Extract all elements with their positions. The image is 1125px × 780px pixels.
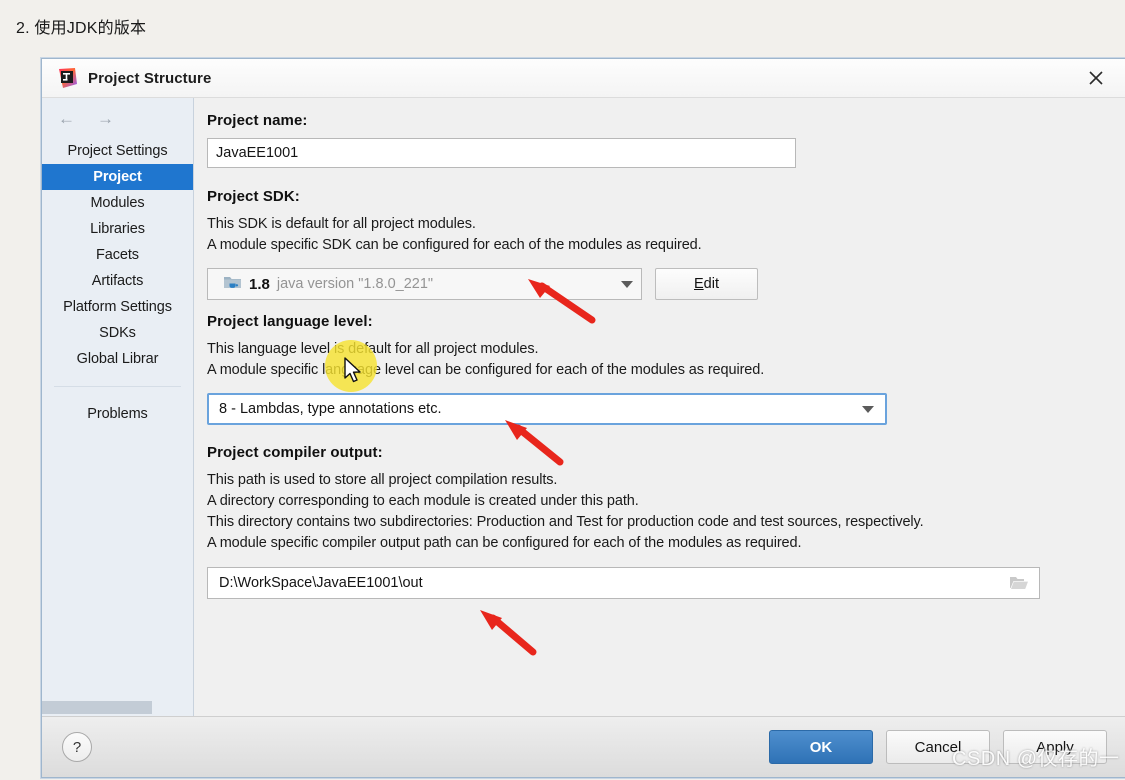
apply-button[interactable]: Apply [1003,730,1107,764]
arrow-left-icon[interactable]: ← [58,110,75,127]
compiler-output-description-line4: A module specific compiler output path c… [207,535,802,551]
folder-open-icon[interactable] [999,575,1039,591]
sdk-folder-java-icon [223,274,242,295]
sidebar-item-sdks[interactable]: SDKs [42,320,193,346]
sidebar-divider [54,386,181,387]
project-language-level-dropdown[interactable]: 8 - Lambdas, type annotations etc. [207,393,887,425]
project-name-value: JavaEE1001 [216,145,299,161]
sidebar-group-project-settings: Project Settings [67,143,168,159]
sdk-version-label: 1.8 [249,275,270,293]
sidebar-group-platform-settings: Platform Settings [63,299,172,315]
dialog-body: ← → Project Settings Project Modules Lib… [42,98,1125,716]
sidebar-item-global-libraries[interactable]: Global Librar [42,346,193,372]
edit-sdk-button[interactable]: Edit [655,268,758,300]
close-icon[interactable] [1067,59,1125,97]
compiler-output-path-value: D:\WorkSpace\JavaEE1001\out [219,575,423,591]
language-level-description-line2: A module specific language level can be … [207,362,765,378]
help-button[interactable]: ? [62,732,92,762]
sidebar-item-project[interactable]: Project [42,164,193,190]
project-name-label: Project name: [207,112,308,129]
edit-button-label-rest: dit [703,276,719,292]
compiler-output-description-line3: This directory contains two subdirectori… [207,514,924,530]
settings-sidebar: ← → Project Settings Project Modules Lib… [42,98,194,716]
project-sdk-description-line2: A module specific SDK can be configured … [207,237,702,253]
ok-button[interactable]: OK [769,730,873,764]
dialog-title: Project Structure [88,69,212,87]
chevron-down-icon[interactable] [613,280,641,288]
project-sdk-dropdown[interactable]: 1.8 java version "1.8.0_221" [207,268,642,300]
project-sdk-row: 1.8 java version "1.8.0_221" Edit [207,268,1099,300]
dialog-footer: ? OK Cancel Apply [42,716,1125,777]
project-sdk-label: Project SDK: [207,188,300,205]
chevron-down-icon[interactable] [851,405,885,413]
compiler-output-description-line2: A directory corresponding to each module… [207,493,639,509]
edit-button-mnemonic: E [694,276,704,292]
compiler-output-description-line1: This path is used to store all project c… [207,472,558,488]
sidebar-item-artifacts[interactable]: Artifacts [42,268,193,294]
intellij-idea-icon [56,67,78,89]
project-sdk-description-line1: This SDK is default for all project modu… [207,216,476,232]
arrow-right-icon[interactable]: → [97,110,114,127]
project-language-level-label: Project language level: [207,313,373,330]
sdk-detail-label: java version "1.8.0_221" [276,276,434,292]
footer-button-group: OK Cancel Apply [769,730,1107,764]
cancel-button[interactable]: Cancel [886,730,990,764]
dialog-titlebar: Project Structure [42,59,1125,98]
scrollbar-thumb[interactable] [42,701,152,714]
page-title: 2. 使用JDK的版本 [16,20,147,37]
sidebar-nav-arrows: ← → [42,98,193,138]
sidebar-item-problems[interactable]: Problems [42,401,193,427]
project-settings-panel: Project name: JavaEE1001 Project SDK: Th… [194,98,1125,716]
compiler-output-path-input[interactable]: D:\WorkSpace\JavaEE1001\out [207,567,1040,599]
language-level-value: 8 - Lambdas, type annotations etc. [219,401,442,417]
sidebar-item-libraries[interactable]: Libraries [42,216,193,242]
project-structure-dialog: Project Structure ← → Project Settings P… [41,58,1125,778]
project-name-input[interactable]: JavaEE1001 [207,138,796,168]
sidebar-item-modules[interactable]: Modules [42,190,193,216]
sidebar-item-facets[interactable]: Facets [42,242,193,268]
sidebar-horizontal-scrollbar[interactable] [42,701,193,714]
project-compiler-output-label: Project compiler output: [207,444,383,461]
language-level-description-line1: This language level is default for all p… [207,341,539,357]
